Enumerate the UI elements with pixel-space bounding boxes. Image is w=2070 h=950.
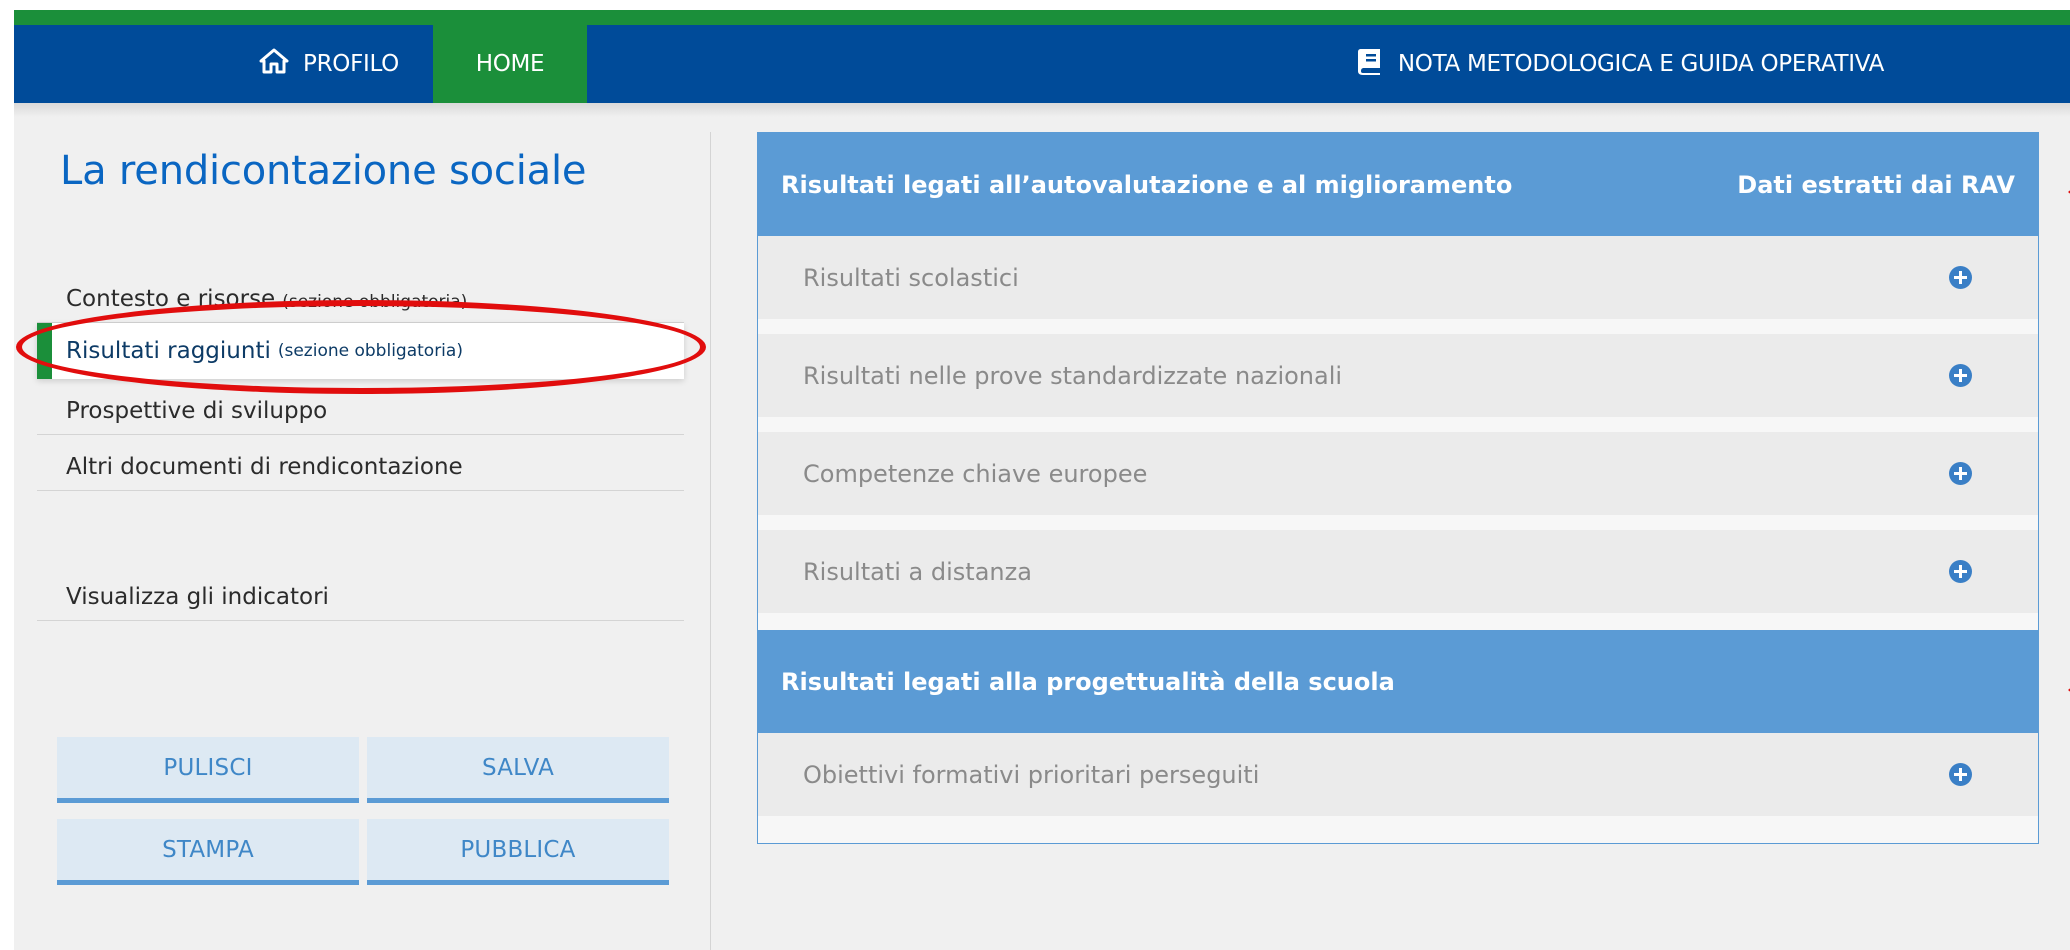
nav-nota-metodologica[interactable]: NOTA METODOLOGICA E GUIDA OPERATIVA (1339, 25, 1899, 103)
top-green-strip (14, 10, 2070, 25)
accordion-row-obiettivi-formativi[interactable]: Obiettivi formativi prioritari perseguit… (758, 733, 2038, 816)
row-label: Risultati a distanza (803, 557, 1032, 586)
row-label: Competenze chiave europee (803, 459, 1148, 488)
accordion-row-prove-standardizzate[interactable]: Risultati nelle prove standardizzate naz… (758, 334, 2038, 417)
home-icon (259, 48, 303, 80)
row-label: Risultati scolastici (803, 263, 1019, 292)
sidebar-item-visualizza-indicatori[interactable]: Visualizza gli indicatori (37, 565, 684, 621)
row-label: Risultati nelle prove standardizzate naz… (803, 361, 1343, 390)
sidebar-item-label: Prospettive di sviluppo (66, 398, 328, 424)
section-title: Risultati legati alla progettualità dell… (781, 667, 1395, 696)
nav-profilo[interactable]: PROFILO (239, 25, 419, 103)
nav-home-label: HOME (475, 51, 545, 77)
accordion-row-risultati-scolastici[interactable]: Risultati scolastici (758, 236, 2038, 319)
column-divider (710, 132, 711, 950)
app-window: PROFILO HOME NOTA METODOLOGICA E GUIDA O… (14, 10, 2070, 950)
section-header-progettualita: Risultati legati alla progettualità dell… (758, 630, 2038, 733)
section-header-autovalutazione: Risultati legati all’autovalutazione e a… (758, 133, 2038, 236)
header-shadow (14, 103, 2070, 117)
nav-home[interactable]: HOME (433, 25, 587, 103)
section-right-label: Dati estratti dai RAV (1737, 170, 2015, 199)
pubblica-button[interactable]: PUBBLICA (367, 819, 669, 885)
results-panel: Risultati legati all’autovalutazione e a… (757, 132, 2039, 844)
salva-button[interactable]: SALVA (367, 737, 669, 803)
plus-circle-icon[interactable] (1949, 560, 1972, 583)
section-title: Risultati legati all’autovalutazione e a… (781, 170, 1513, 199)
book-icon (1354, 46, 1398, 82)
row-label: Obiettivi formativi prioritari perseguit… (803, 760, 1260, 789)
top-navbar: PROFILO HOME NOTA METODOLOGICA E GUIDA O… (14, 25, 2070, 103)
sidebar-item-label: Altri documenti di rendicontazione (66, 454, 463, 480)
page-title: La rendicontazione sociale (60, 148, 587, 194)
accordion-row-risultati-a-distanza[interactable]: Risultati a distanza (758, 530, 2038, 613)
pulisci-button[interactable]: PULISCI (57, 737, 359, 803)
nav-profilo-label: PROFILO (303, 51, 399, 77)
plus-circle-icon[interactable] (1949, 462, 1972, 485)
plus-circle-icon[interactable] (1949, 364, 1972, 387)
sidebar-item-altri-documenti[interactable]: Altri documenti di rendicontazione (37, 435, 684, 491)
plus-circle-icon[interactable] (1949, 266, 1972, 289)
plus-circle-icon[interactable] (1949, 763, 1972, 786)
menu-spacer (37, 491, 684, 565)
nav-nota-label: NOTA METODOLOGICA E GUIDA OPERATIVA (1397, 51, 1885, 77)
annotation-red-oval (16, 300, 706, 394)
stampa-button[interactable]: STAMPA (57, 819, 359, 885)
accordion-row-competenze-chiave[interactable]: Competenze chiave europee (758, 432, 2038, 515)
sidebar-item-label: Visualizza gli indicatori (66, 584, 329, 610)
